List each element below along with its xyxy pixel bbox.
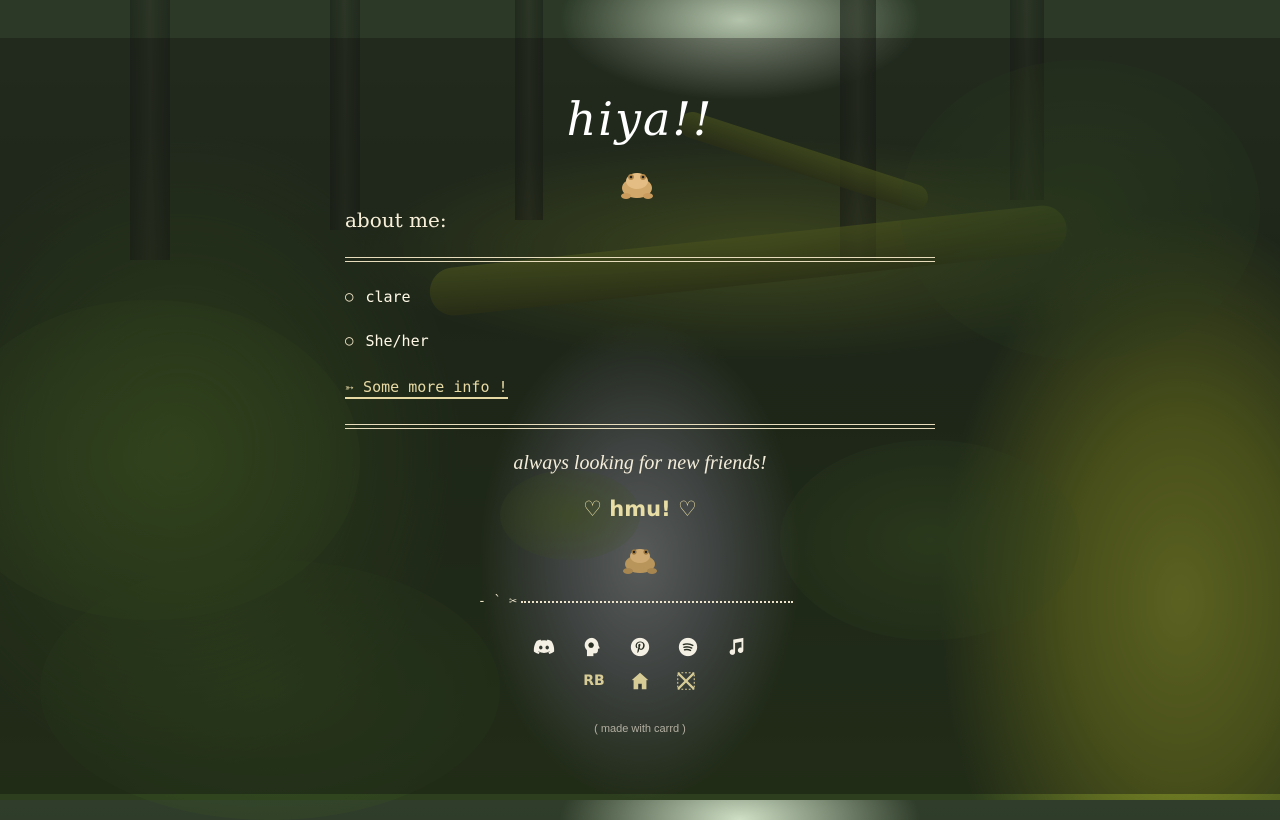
circle-bullet-icon: ○ <box>345 333 354 349</box>
music-note-icon[interactable] <box>725 636 747 658</box>
carrd-card: hiya!! about me: ○ clare ○ She/her ➳ Som… <box>0 0 1280 800</box>
toad-icon <box>623 549 657 574</box>
scissor-divider: - ` ✂ <box>478 594 794 609</box>
headspace-icon[interactable] <box>581 636 603 658</box>
spotify-icon[interactable] <box>677 636 699 658</box>
list-item: ○ clare <box>345 288 411 306</box>
pinterest-icon[interactable] <box>629 636 651 658</box>
toad-icon <box>621 173 653 199</box>
made-with-carrd[interactable]: ( made with carrd ) <box>0 723 1280 735</box>
more-info-link[interactable]: ➳ Some more info ! <box>345 378 508 399</box>
crossed-swords-icon[interactable] <box>675 670 697 692</box>
list-item-label: She/her <box>365 332 429 350</box>
discord-icon[interactable] <box>533 636 555 658</box>
divider-prefix: - ` ✂ <box>478 594 518 609</box>
list-item-label: clare <box>365 288 411 306</box>
hmu-text: ♡ hmu! ♡ <box>583 497 697 521</box>
tagline: always looking for new friends! <box>513 452 767 474</box>
circle-bullet-icon: ○ <box>345 289 354 305</box>
rb-icon[interactable]: RB <box>583 670 605 692</box>
divider-bottom <box>345 424 935 429</box>
page-title: hiya!! <box>566 92 714 146</box>
divider-top <box>345 257 935 262</box>
social-links-row <box>0 636 1280 658</box>
extra-links-row: RB <box>0 670 1280 692</box>
home-icon[interactable] <box>629 670 651 692</box>
about-heading: about me: <box>345 208 447 232</box>
list-item: ○ She/her <box>345 332 429 350</box>
dotted-line <box>521 600 794 603</box>
